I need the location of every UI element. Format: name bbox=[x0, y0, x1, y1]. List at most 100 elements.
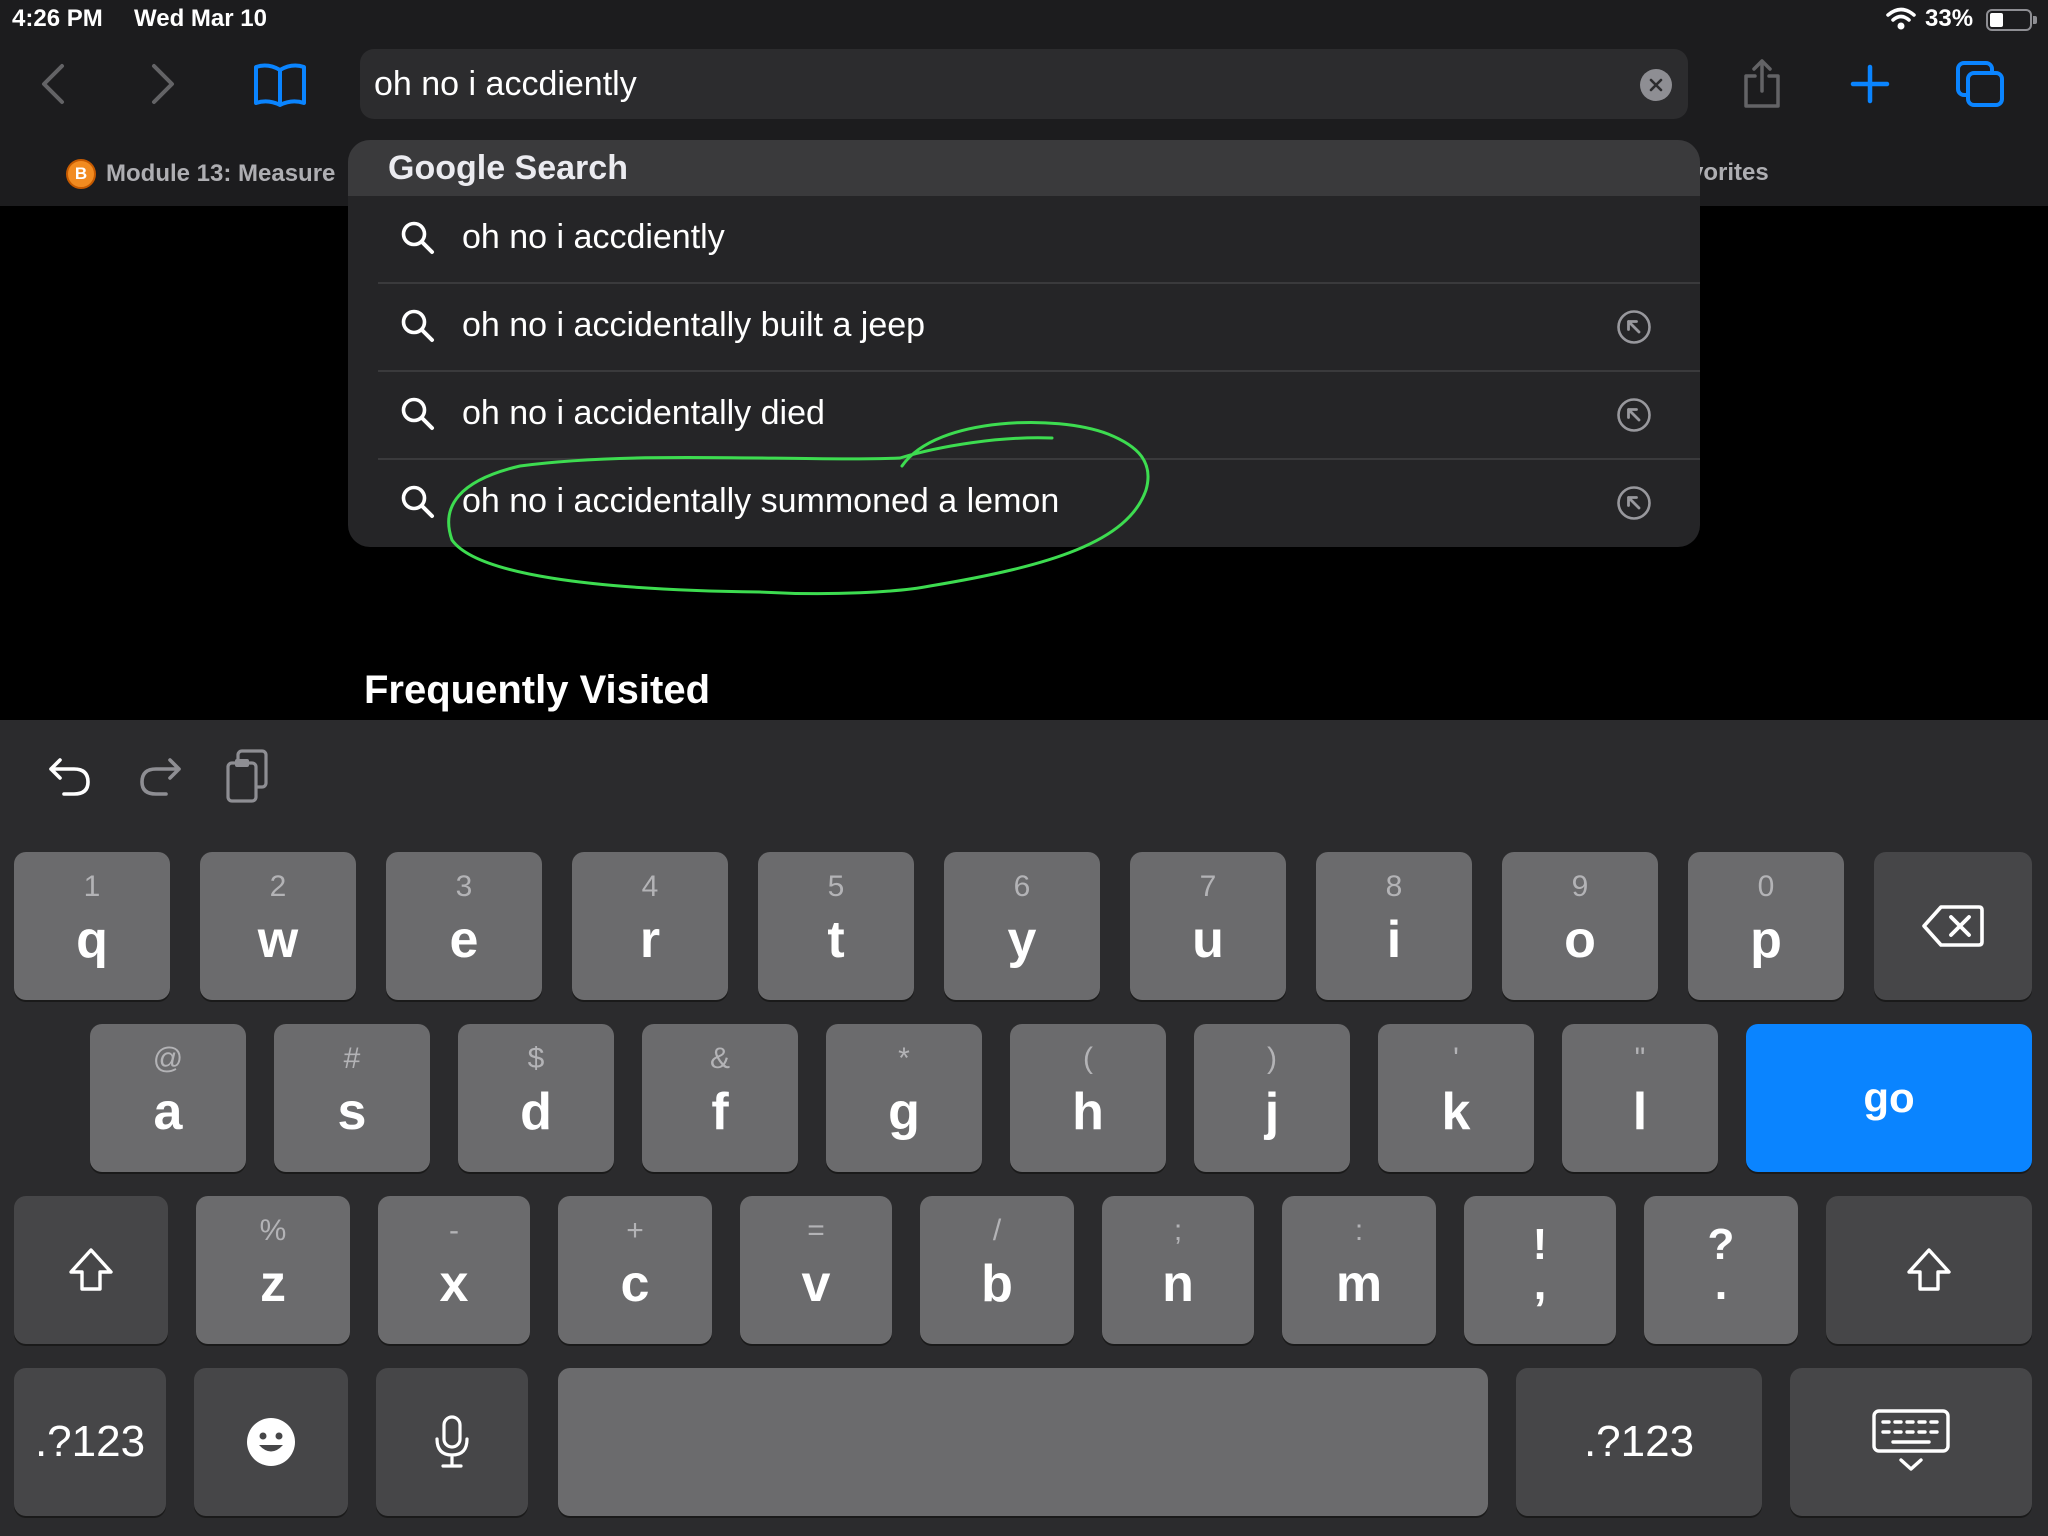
key-u[interactable]: 7u bbox=[1130, 852, 1286, 1000]
undo-button[interactable] bbox=[40, 746, 100, 806]
suggestion-row[interactable]: oh no i accidentally died bbox=[348, 372, 1700, 460]
go-key-label: go bbox=[1863, 1074, 1915, 1121]
chevron-left-icon bbox=[42, 64, 64, 104]
browser-toolbar bbox=[0, 40, 2048, 140]
key-p[interactable]: 0p bbox=[1688, 852, 1844, 1000]
go-key[interactable]: go bbox=[1746, 1024, 2032, 1172]
forward-button[interactable] bbox=[132, 54, 192, 114]
shift-key-left[interactable] bbox=[14, 1196, 168, 1344]
space-bar[interactable] bbox=[558, 1368, 1488, 1516]
key-t[interactable]: 5t bbox=[758, 852, 914, 1000]
key-primary: r bbox=[639, 911, 661, 969]
bookmarks-button[interactable] bbox=[250, 54, 310, 114]
search-icon bbox=[401, 221, 434, 254]
suggestion-row[interactable]: oh no i accdiently bbox=[348, 196, 1700, 284]
suggestion-row[interactable]: oh no i accidentally built a jeep bbox=[348, 284, 1700, 372]
chevron-right-icon bbox=[152, 64, 174, 104]
shift-icon bbox=[69, 1248, 113, 1291]
key-g[interactable]: * g bbox=[826, 1024, 982, 1172]
key-d[interactable]: $ d bbox=[458, 1024, 614, 1172]
key-secondary: 0 bbox=[1757, 870, 1775, 903]
share-button[interactable] bbox=[1732, 54, 1792, 114]
book-icon bbox=[254, 63, 306, 107]
site-favicon-icon: B bbox=[66, 159, 96, 189]
key-secondary: # bbox=[343, 1042, 361, 1075]
key-w[interactable]: 2w bbox=[200, 852, 356, 1000]
battery-icon bbox=[1986, 9, 2037, 31]
redo-icon bbox=[140, 758, 181, 796]
plus-icon bbox=[1850, 64, 1890, 104]
key-secondary: 7 bbox=[1199, 870, 1217, 903]
numbers-key-left[interactable]: .?123 bbox=[14, 1368, 166, 1516]
key-l[interactable]: " l bbox=[1562, 1024, 1718, 1172]
fill-arrow-icon[interactable] bbox=[1616, 397, 1652, 433]
favorites-label[interactable]: vorites bbox=[1690, 159, 1769, 187]
battery-percent: 33% bbox=[1925, 5, 1974, 32]
key-a[interactable]: @ a bbox=[90, 1024, 246, 1172]
key-primary: y bbox=[1007, 911, 1037, 969]
search-icon bbox=[401, 309, 434, 342]
key-period[interactable]: ?. bbox=[1644, 1196, 1798, 1344]
favorite-item[interactable]: B Module 13: Measure bbox=[66, 159, 335, 189]
tabs-icon bbox=[1956, 61, 2004, 107]
address-bar[interactable] bbox=[360, 49, 1688, 119]
key-f[interactable]: & f bbox=[642, 1024, 798, 1172]
key-primary: n bbox=[1162, 1255, 1194, 1313]
key-primary: c bbox=[620, 1255, 650, 1313]
key-secondary: = bbox=[807, 1214, 825, 1247]
key-n[interactable]: ; n bbox=[1102, 1196, 1254, 1344]
wifi-icon bbox=[1886, 7, 1916, 38]
key-primary: w bbox=[257, 911, 299, 969]
key-r[interactable]: 4r bbox=[572, 852, 728, 1000]
key-j[interactable]: ) j bbox=[1194, 1024, 1350, 1172]
search-icon bbox=[401, 397, 434, 430]
key-primary: b bbox=[981, 1255, 1013, 1313]
tabs-button[interactable] bbox=[1950, 54, 2010, 114]
key-c[interactable]: + c bbox=[558, 1196, 712, 1344]
key-o[interactable]: 9o bbox=[1502, 852, 1658, 1000]
key-primary: o bbox=[1564, 911, 1596, 969]
key-primary: v bbox=[801, 1255, 831, 1313]
hide-keyboard-key[interactable] bbox=[1790, 1368, 2032, 1516]
emoji-key[interactable] bbox=[194, 1368, 348, 1516]
status-bar: 4:26 PM Wed Mar 10 33% bbox=[0, 0, 2048, 40]
app-root: 4:26 PM Wed Mar 10 33% oh no i accdientl… bbox=[0, 0, 2048, 1536]
key-y[interactable]: 6y bbox=[944, 852, 1100, 1000]
shift-key-right[interactable] bbox=[1826, 1196, 2032, 1344]
keyboard-dismiss-icon bbox=[1872, 1409, 1950, 1471]
emoji-icon bbox=[247, 1418, 295, 1466]
favorite-item-label: Module 13: Measure bbox=[106, 160, 336, 187]
key-k[interactable]: ' k bbox=[1378, 1024, 1534, 1172]
key-m[interactable]: :m bbox=[1282, 1196, 1436, 1344]
paste-button[interactable] bbox=[218, 746, 278, 806]
fill-arrow-icon[interactable] bbox=[1616, 485, 1652, 521]
key-secondary: ; bbox=[1173, 1214, 1183, 1247]
key-primary: g bbox=[888, 1083, 920, 1141]
suggestions-header: Google Search bbox=[348, 140, 1700, 196]
key-z[interactable]: % z bbox=[196, 1196, 350, 1344]
fill-arrow-icon[interactable] bbox=[1616, 309, 1652, 345]
key-v[interactable]: = v bbox=[740, 1196, 892, 1344]
key-comma[interactable]: !, bbox=[1464, 1196, 1616, 1344]
key-b[interactable]: / b bbox=[920, 1196, 1074, 1344]
suggestion-text: oh no i accidentally died bbox=[462, 394, 825, 432]
key-secondary: % bbox=[259, 1214, 287, 1247]
key-e[interactable]: 3e bbox=[386, 852, 542, 1000]
address-input[interactable] bbox=[374, 49, 1624, 119]
numbers-key-right[interactable]: .?123 bbox=[1516, 1368, 1762, 1516]
key-s[interactable]: # s bbox=[274, 1024, 430, 1172]
redo-button[interactable] bbox=[130, 746, 190, 806]
back-button[interactable] bbox=[24, 54, 84, 114]
key-primary: h bbox=[1072, 1083, 1104, 1141]
clear-button[interactable] bbox=[1640, 69, 1672, 101]
key-primary: e bbox=[449, 911, 479, 969]
delete-key[interactable] bbox=[1874, 852, 2032, 1000]
key-q[interactable]: 1q bbox=[14, 852, 170, 1000]
key-secondary: $ bbox=[527, 1042, 545, 1075]
new-tab-button[interactable] bbox=[1840, 54, 1900, 114]
key-i[interactable]: 8i bbox=[1316, 852, 1472, 1000]
dictation-key[interactable] bbox=[376, 1368, 528, 1516]
key-x[interactable]: -x bbox=[378, 1196, 530, 1344]
suggestion-row[interactable]: oh no i accidentally summoned a lemon bbox=[348, 460, 1700, 547]
key-h[interactable]: (h bbox=[1010, 1024, 1166, 1172]
